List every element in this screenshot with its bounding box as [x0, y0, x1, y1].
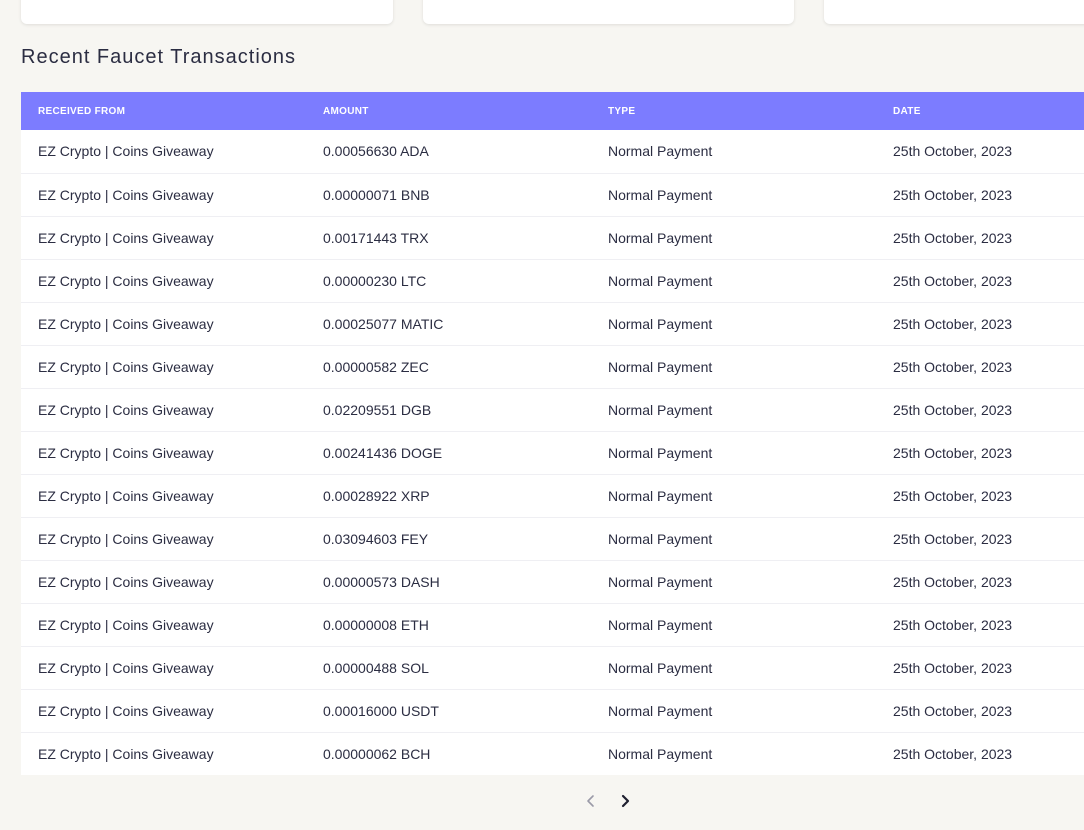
cell-date: 25th October, 2023 — [893, 659, 1013, 676]
cell-received-from: EZ Crypto | Coins Giveaway — [38, 444, 214, 461]
cell-amount: 0.00000582 ZEC — [323, 358, 429, 375]
table-row: EZ Crypto | Coins Giveaway 0.00016000 USD… — [21, 689, 1084, 732]
cell-type: Normal Payment — [608, 315, 713, 332]
cell-date: 25th October, 2023 — [893, 315, 1013, 332]
column-header-received-from: RECEIVED FROM — [38, 105, 126, 117]
cell-received-from: EZ Crypto | Coins Giveaway — [38, 401, 214, 418]
cell-date: 25th October, 2023 — [893, 444, 1013, 461]
table-row: EZ Crypto | Coins Giveaway 0.00028922 XRP… — [21, 474, 1084, 517]
previous-page-button[interactable] — [580, 790, 602, 812]
table-row: EZ Crypto | Coins Giveaway 0.00000062 BCH… — [21, 732, 1084, 775]
cell-type: Normal Payment — [608, 573, 713, 590]
table-row: EZ Crypto | Coins Giveaway 0.00000071 BNB… — [21, 173, 1084, 216]
cell-received-from: EZ Crypto | Coins Giveaway — [38, 745, 214, 762]
cell-received-from: EZ Crypto | Coins Giveaway — [38, 659, 214, 676]
transactions-table-container: RECEIVED FROM AMOUNT TYPE DATE EZ Crypto… — [21, 92, 1084, 775]
cell-amount: 0.00028922 XRP — [323, 487, 430, 504]
cell-type: Normal Payment — [608, 530, 713, 547]
cell-received-from: EZ Crypto | Coins Giveaway — [38, 530, 214, 547]
table-row: EZ Crypto | Coins Giveaway 0.00241436 DOG… — [21, 431, 1084, 474]
cell-date: 25th October, 2023 — [893, 358, 1013, 375]
cell-type: Normal Payment — [608, 229, 713, 246]
column-header-date: DATE — [893, 105, 921, 117]
cell-date: 25th October, 2023 — [893, 229, 1013, 246]
cell-type: Normal Payment — [608, 358, 713, 375]
cell-received-from: EZ Crypto | Coins Giveaway — [38, 573, 214, 590]
cell-amount: 0.00000573 DASH — [323, 573, 440, 590]
pagination — [580, 790, 640, 814]
cell-type: Normal Payment — [608, 745, 713, 762]
cell-received-from: EZ Crypto | Coins Giveaway — [38, 229, 214, 246]
cell-received-from: EZ Crypto | Coins Giveaway — [38, 143, 214, 160]
cell-received-from: EZ Crypto | Coins Giveaway — [38, 315, 214, 332]
table-row: EZ Crypto | Coins Giveaway 0.02209551 DGB… — [21, 388, 1084, 431]
cell-received-from: EZ Crypto | Coins Giveaway — [38, 487, 214, 504]
cell-type: Normal Payment — [608, 444, 713, 461]
cell-amount: 0.00171443 TRX — [323, 229, 429, 246]
cell-date: 25th October, 2023 — [893, 530, 1013, 547]
cell-amount: 0.00000062 BCH — [323, 745, 431, 762]
cell-type: Normal Payment — [608, 401, 713, 418]
cell-amount: 0.00000008 ETH — [323, 616, 429, 633]
cell-date: 25th October, 2023 — [893, 143, 1013, 160]
table-body: EZ Crypto | Coins Giveaway 0.00056630 ADA… — [21, 130, 1084, 775]
cell-type: Normal Payment — [608, 143, 713, 160]
cell-amount: 0.00241436 DOGE — [323, 444, 443, 461]
next-page-button[interactable] — [614, 790, 636, 812]
cell-type: Normal Payment — [608, 487, 713, 504]
cell-type: Normal Payment — [608, 616, 713, 633]
table-header-row: RECEIVED FROM AMOUNT TYPE DATE — [21, 92, 1084, 130]
table-row: EZ Crypto | Coins Giveaway 0.00000488 SOL… — [21, 646, 1084, 689]
table-header: RECEIVED FROM AMOUNT TYPE DATE — [21, 92, 1084, 130]
column-header-type: TYPE — [608, 105, 636, 117]
table-row: EZ Crypto | Coins Giveaway 0.00000573 DAS… — [21, 560, 1084, 603]
cell-type: Normal Payment — [608, 186, 713, 203]
top-cards — [0, 0, 1084, 26]
cell-date: 25th October, 2023 — [893, 702, 1013, 719]
cell-received-from: EZ Crypto | Coins Giveaway — [38, 616, 214, 633]
table-row: EZ Crypto | Coins Giveaway 0.00000230 LTC… — [21, 259, 1084, 302]
cell-type: Normal Payment — [608, 659, 713, 676]
cell-amount: 0.03094603 FEY — [323, 530, 429, 547]
cell-amount: 0.00000071 BNB — [323, 186, 430, 203]
cell-amount: 0.00000230 LTC — [323, 272, 427, 289]
cell-date: 25th October, 2023 — [893, 573, 1013, 590]
cell-received-from: EZ Crypto | Coins Giveaway — [38, 272, 214, 289]
table-row: EZ Crypto | Coins Giveaway 0.00025077 MAT… — [21, 302, 1084, 345]
cell-date: 25th October, 2023 — [893, 186, 1013, 203]
section-title: Recent Faucet Transactions — [21, 46, 297, 68]
stat-card — [423, 0, 794, 24]
cell-date: 25th October, 2023 — [893, 272, 1013, 289]
chevron-right-icon — [621, 794, 630, 808]
cell-amount: 0.00000488 SOL — [323, 659, 429, 676]
cell-received-from: EZ Crypto | Coins Giveaway — [38, 358, 214, 375]
table-row: EZ Crypto | Coins Giveaway 0.00171443 TRX… — [21, 216, 1084, 259]
cell-amount: 0.00025077 MATIC — [323, 315, 444, 332]
cell-received-from: EZ Crypto | Coins Giveaway — [38, 186, 214, 203]
cell-date: 25th October, 2023 — [893, 401, 1013, 418]
table-row: EZ Crypto | Coins Giveaway 0.00000582 ZEC… — [21, 345, 1084, 388]
table-row: EZ Crypto | Coins Giveaway 0.00000008 ETH… — [21, 603, 1084, 646]
transactions-table: RECEIVED FROM AMOUNT TYPE DATE EZ Crypto… — [21, 92, 1084, 775]
stat-card — [21, 0, 393, 24]
cell-date: 25th October, 2023 — [893, 745, 1013, 762]
column-header-amount: AMOUNT — [323, 105, 369, 117]
cell-type: Normal Payment — [608, 272, 713, 289]
cell-date: 25th October, 2023 — [893, 487, 1013, 504]
cell-type: Normal Payment — [608, 702, 713, 719]
table-row: EZ Crypto | Coins Giveaway 0.00056630 ADA… — [21, 130, 1084, 173]
cell-amount: 0.00016000 USDT — [323, 702, 439, 719]
table-row: EZ Crypto | Coins Giveaway 0.03094603 FEY… — [21, 517, 1084, 560]
chevron-left-icon — [587, 795, 594, 807]
cell-amount: 0.02209551 DGB — [323, 401, 432, 418]
stat-card — [824, 0, 1084, 24]
cell-received-from: EZ Crypto | Coins Giveaway — [38, 702, 214, 719]
cell-date: 25th October, 2023 — [893, 616, 1013, 633]
cell-amount: 0.00056630 ADA — [323, 143, 429, 160]
